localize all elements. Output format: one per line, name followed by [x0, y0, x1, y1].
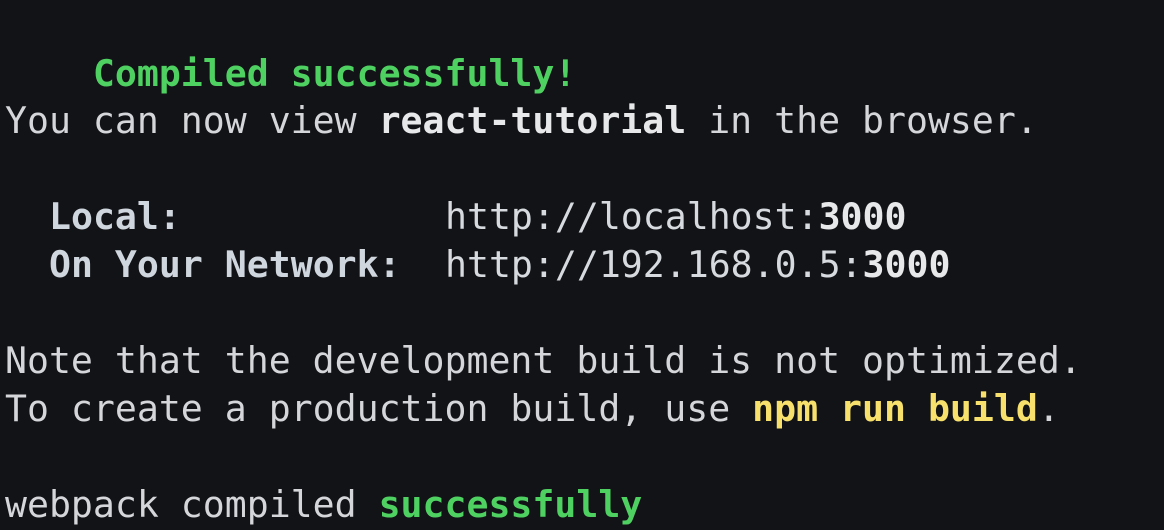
local-url[interactable]: http://localhost:3000 [445, 195, 906, 238]
network-url[interactable]: http://192.168.0.5:3000 [445, 243, 950, 286]
network-url-prefix: http://192.168.0.5: [445, 243, 863, 286]
local-label: Local: [49, 195, 181, 238]
network-label: On Your Network: [49, 243, 401, 286]
webpack-status-line: webpack compiled successfully [5, 481, 642, 529]
webpack-status: successfully [378, 483, 643, 526]
compiled-status-line: Compiled successfully! [5, 2, 576, 95]
webpack-prefix: webpack compiled [5, 483, 379, 526]
build-command: npm run build [752, 387, 1038, 430]
create-suffix: . [1037, 387, 1060, 430]
local-port: 3000 [818, 195, 907, 238]
create-prefix: To create a production build, use [5, 387, 753, 430]
view-prefix: You can now view [5, 99, 379, 142]
view-suffix: in the browser. [686, 99, 1038, 142]
app-name: react-tutorial [378, 99, 687, 142]
view-line: You can now view react-tutorial in the b… [5, 97, 1038, 145]
compiled-message: Compiled successfully! [92, 52, 577, 95]
local-url-line: Local: http://localhost:3000 [5, 193, 906, 241]
production-build-line: To create a production build, use npm ru… [5, 385, 1060, 433]
network-url-line: On Your Network: http://192.168.0.5:3000 [5, 241, 950, 289]
local-url-prefix: http://localhost: [445, 195, 819, 238]
network-port: 3000 [862, 243, 951, 286]
note-line: Note that the development build is not o… [5, 339, 1082, 382]
